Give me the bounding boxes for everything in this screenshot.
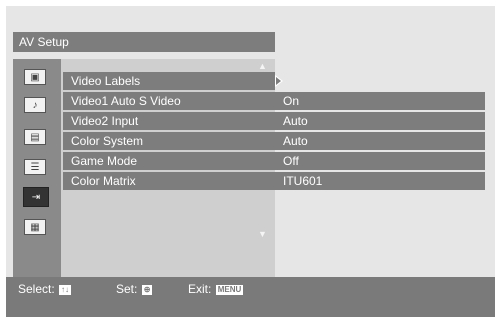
row-label: Game Mode <box>71 154 138 168</box>
row-value: Auto <box>283 114 308 128</box>
row-label: Video Labels <box>71 74 141 88</box>
menu-row-video2-input[interactable]: Video2 Input Auto <box>63 112 485 130</box>
setup-icon[interactable]: ☰ <box>24 159 46 175</box>
screen-icon[interactable]: ▤ <box>24 129 46 145</box>
row-value: ITU601 <box>283 174 323 188</box>
set-hint: Set: ⊕ <box>116 282 153 296</box>
row-label: Color System <box>71 134 144 148</box>
row-value: Off <box>283 154 299 168</box>
menu-row-video1-auto-s-video[interactable]: Video1 Auto S Video On <box>63 92 485 110</box>
menu-row-video-labels[interactable]: Video Labels <box>63 72 275 90</box>
exit-hint: Exit: MENU <box>188 282 244 296</box>
row-label: Video2 Input <box>71 114 139 128</box>
scroll-down-icon: ▼ <box>258 229 267 239</box>
sound-icon[interactable]: ♪ <box>24 97 46 113</box>
menu-key-icon: MENU <box>215 284 244 295</box>
scroll-up-icon: ▲ <box>258 61 267 71</box>
menu-row-color-matrix[interactable]: Color Matrix ITU601 <box>63 172 485 190</box>
row-label: Color Matrix <box>71 174 136 188</box>
enter-key-icon: ⊕ <box>141 284 153 295</box>
help-bar: Select: ↑↓ Set: ⊕ Exit: MENU <box>6 277 495 317</box>
av-setup-icon[interactable]: ⇥ <box>23 187 49 207</box>
row-label: Video1 Auto S Video <box>71 94 181 108</box>
menu-row-color-system[interactable]: Color System Auto <box>63 132 485 150</box>
picture-icon[interactable]: ▣ <box>24 69 46 85</box>
menu-row-game-mode[interactable]: Game Mode Off <box>63 152 485 170</box>
row-value: On <box>283 94 300 108</box>
menu-sidebar: ▣ ♪ ▤ ☰ ⇥ ▦ <box>13 59 61 277</box>
up-down-keys-icon: ↑↓ <box>59 284 72 295</box>
menu-title: AV Setup <box>13 32 275 52</box>
select-hint: Select: ↑↓ <box>18 282 72 296</box>
row-value: Auto <box>283 134 308 148</box>
pc-icon[interactable]: ▦ <box>24 219 46 235</box>
